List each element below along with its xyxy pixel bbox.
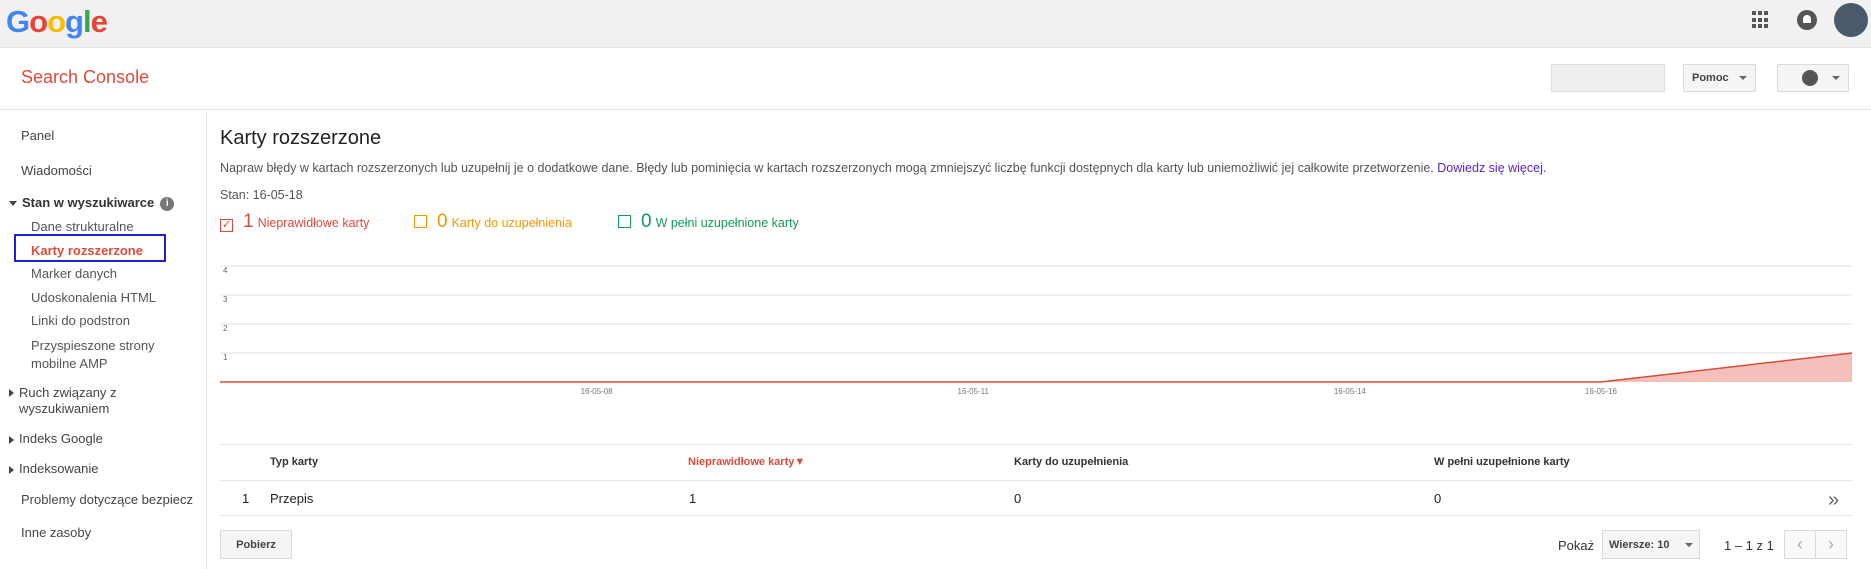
- google-bar: Google: [0, 0, 1871, 48]
- logo-letter: o: [47, 4, 66, 39]
- expand-right-icon: [9, 465, 14, 474]
- sidebar-item-amp[interactable]: Przyspieszone strony mobilne AMP: [31, 337, 181, 373]
- apps-grid-icon[interactable]: [1752, 11, 1770, 29]
- chevron-right-icon: ›: [1828, 534, 1834, 554]
- sidebar-item-security[interactable]: Problemy dotyczące bezpiecz: [21, 492, 193, 507]
- expand-down-icon: [9, 201, 17, 207]
- sidebar-item-sitelinks[interactable]: Linki do podstron: [31, 313, 130, 328]
- info-icon[interactable]: i: [160, 196, 175, 211]
- next-page-button[interactable]: ›: [1815, 530, 1847, 559]
- row-index: 1: [242, 491, 250, 506]
- sidebar-item-crawl[interactable]: Indeksowanie: [9, 461, 99, 476]
- y-tick-label: 1: [223, 353, 228, 362]
- sidebar-item-messages[interactable]: Wiadomości: [21, 163, 92, 178]
- notifications-icon[interactable]: [1797, 10, 1817, 30]
- y-tick-label: 4: [223, 266, 228, 275]
- main-content: Karty rozszerzone Napraw błędy w kartach…: [220, 111, 1860, 569]
- console-header: Search Console Pomoc: [0, 48, 1871, 110]
- show-label: Pokaż: [1558, 538, 1595, 553]
- chevron-left-icon: ‹: [1797, 534, 1803, 554]
- x-tick-label: 16-05-16: [1585, 387, 1618, 396]
- logo-letter: o: [29, 4, 48, 39]
- x-tick-label: 16-05-11: [958, 387, 990, 396]
- page-description: Napraw błędy w kartach rozszerzonych lub…: [220, 161, 1546, 175]
- status-date: Stan: 16-05-18: [220, 188, 303, 202]
- sidebar-item-label: Stan w wyszukiwarce: [22, 195, 155, 210]
- table-row[interactable]: 1 Przepis 1 0 0 »: [220, 480, 1852, 516]
- legend-count: 1: [243, 211, 254, 232]
- sidebar: Panel Wiadomości Stan w wyszukiwarce i Da…: [0, 111, 207, 569]
- help-button-label: Pomoc: [1692, 72, 1729, 84]
- sidebar-item-label: Indeks Google: [19, 431, 103, 446]
- table-footer: Pobierz Pokaż Wiersze: 10 1 – 1 z 1 ‹ ›: [220, 528, 1852, 562]
- chevron-down-icon: [1739, 76, 1747, 80]
- property-selector[interactable]: [1551, 64, 1665, 92]
- logo-letter: e: [90, 4, 108, 39]
- legend-label: W pełni uzupełnione karty: [655, 216, 799, 230]
- chevron-down-icon: [1685, 542, 1693, 547]
- sidebar-item-google-index[interactable]: Indeks Google: [9, 431, 103, 446]
- rich-cards-table: Typ karty Nieprawidłowe karty▼ Karty do …: [220, 444, 1852, 516]
- page-title: Karty rozszerzone: [220, 127, 382, 149]
- pagination-range: 1 – 1 z 1: [1724, 538, 1774, 553]
- legend-label: Karty do uzupełnienia: [451, 216, 572, 230]
- sidebar-item-structured-data[interactable]: Dane strukturalne: [31, 219, 134, 234]
- app-title[interactable]: Search Console: [21, 67, 149, 88]
- sidebar-item-panel[interactable]: Panel: [21, 128, 54, 143]
- series-line: [220, 352, 1852, 383]
- chevron-down-icon: [1832, 76, 1840, 80]
- gear-icon: [1802, 70, 1818, 86]
- download-button[interactable]: Pobierz: [220, 530, 292, 559]
- row-complete: 0: [1434, 491, 1442, 506]
- google-logo[interactable]: Google: [6, 4, 108, 40]
- row-invalid: 1: [689, 491, 697, 506]
- expand-right-icon: [9, 435, 14, 444]
- help-button[interactable]: Pomoc: [1683, 64, 1756, 92]
- sidebar-item-other-resources[interactable]: Inne zasoby: [21, 525, 91, 540]
- sidebar-item-rich-cards[interactable]: Karty rozszerzone: [31, 243, 143, 258]
- row-type: Przepis: [270, 491, 314, 506]
- legend-count: 0: [437, 211, 448, 232]
- sidebar-item-data-highlighter[interactable]: Marker danych: [31, 266, 117, 281]
- column-header-invalid[interactable]: Nieprawidłowe karty▼: [688, 456, 805, 468]
- logo-letter: l: [82, 4, 92, 39]
- rows-per-page-select[interactable]: Wiersze: 10: [1602, 530, 1700, 559]
- sidebar-item-search-traffic[interactable]: Ruch związany z wyszukiwaniem: [9, 385, 159, 417]
- series-area: [220, 353, 1852, 382]
- settings-button[interactable]: [1777, 64, 1849, 92]
- checkbox-checked-icon[interactable]: ✓: [220, 219, 233, 232]
- sidebar-item-html-improvements[interactable]: Udoskonalenia HTML: [31, 290, 156, 305]
- double-chevron-right-icon[interactable]: »: [1828, 489, 1839, 512]
- sidebar-item-label: Indeksowanie: [19, 461, 99, 476]
- legend-complete[interactable]: 0 W pełni uzupełnione karty: [618, 211, 799, 233]
- avatar[interactable]: [1834, 3, 1868, 37]
- rich-cards-chart: 4 3 2 1 16-05-08 16-05-11 16-05-14 16-05-16: [220, 265, 1852, 396]
- legend-invalid[interactable]: ✓ 1 Nieprawidłowe karty: [220, 211, 369, 233]
- y-tick-label: 3: [223, 295, 228, 304]
- column-header-complete[interactable]: W pełni uzupełnione karty: [1434, 456, 1570, 468]
- rows-select-value: Wiersze: 10: [1609, 538, 1670, 551]
- legend-label: Nieprawidłowe karty: [257, 216, 370, 230]
- legend-incomplete[interactable]: 0 Karty do uzupełnienia: [414, 211, 572, 233]
- sidebar-item-label: Ruch związany z wyszukiwaniem: [19, 385, 117, 416]
- column-header-type[interactable]: Typ karty: [270, 456, 318, 468]
- checkbox-icon[interactable]: [414, 215, 427, 228]
- logo-letter: g: [65, 4, 84, 39]
- prev-page-button[interactable]: ‹: [1784, 530, 1816, 559]
- learn-more-link[interactable]: Dowiedz się więcej.: [1437, 161, 1546, 175]
- y-tick-label: 2: [223, 324, 228, 333]
- legend-count: 0: [641, 211, 652, 232]
- x-tick-label: 16-05-14: [1334, 387, 1367, 396]
- checkbox-icon[interactable]: [618, 215, 631, 228]
- expand-right-icon: [9, 389, 14, 397]
- table-header-row: Typ karty Nieprawidłowe karty▼ Karty do …: [220, 444, 1852, 480]
- row-incomplete: 0: [1014, 491, 1022, 506]
- column-header-incomplete[interactable]: Karty do uzupełnienia: [1014, 456, 1128, 468]
- x-tick-label: 16-05-08: [581, 387, 614, 396]
- logo-letter: G: [6, 4, 30, 39]
- description-text: Napraw błędy w kartach rozszerzonych lub…: [220, 161, 1434, 175]
- sidebar-item-search-status[interactable]: Stan w wyszukiwarce i: [9, 195, 175, 211]
